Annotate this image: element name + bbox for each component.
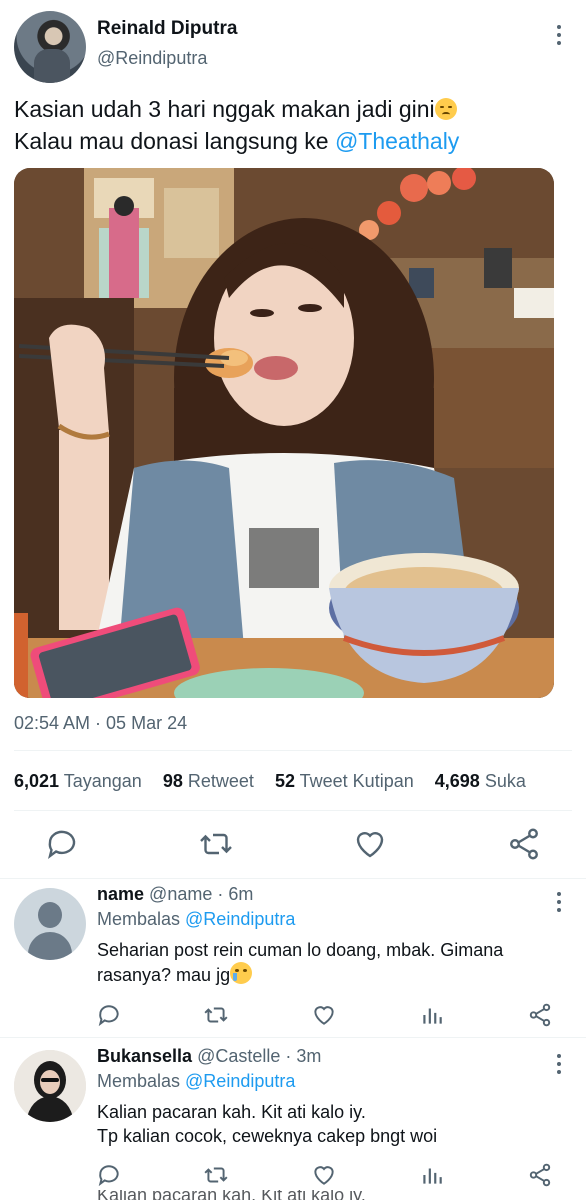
author-avatar[interactable]: [14, 11, 86, 83]
like-icon[interactable]: [311, 1162, 337, 1188]
tweet-stats: 6,021 Tayangan 98 Retweet 52 Tweet Kutip…: [14, 771, 542, 792]
reply-item[interactable]: name @name · 6m Membalas @Reindiputra Se…: [0, 880, 586, 1036]
divider: [14, 750, 572, 751]
like-icon[interactable]: [311, 1002, 337, 1028]
tweet-actions: [0, 826, 586, 866]
retweet-icon[interactable]: [198, 826, 234, 862]
reply-avatar[interactable]: [14, 888, 86, 960]
analytics-icon[interactable]: [419, 1002, 445, 1028]
reply-header: Bukansella @Castelle · 3m: [97, 1046, 321, 1067]
reply-item[interactable]: Bukansella @Castelle · 3m Membalas @Rein…: [0, 1042, 586, 1192]
reply-actions: [0, 1002, 586, 1032]
tweet-header: Reinald Diputra @Reindiputra: [14, 11, 572, 83]
reply-icon[interactable]: [96, 1162, 122, 1188]
likes-stat[interactable]: 4,698 Suka: [435, 771, 526, 791]
reply-author-name[interactable]: name: [97, 884, 144, 904]
reply-author-handle[interactable]: @Castelle: [197, 1046, 280, 1066]
replying-to: Membalas @Reindiputra: [97, 1071, 296, 1091]
pensive-face-emoji-icon: [434, 98, 457, 120]
reply-icon[interactable]: [96, 1002, 122, 1028]
divider: [0, 878, 586, 879]
reply-icon[interactable]: [44, 826, 80, 862]
reply-text: Kalian pacaran kah. Kit ati kalo iy. Tp …: [97, 1102, 438, 1146]
replying-to-mention[interactable]: @Reindiputra: [185, 909, 295, 929]
tweet-text-line2: Kalau mau donasi langsung ke: [14, 128, 335, 154]
crying-face-emoji-icon: [230, 962, 253, 984]
cut-off-text: Kalian pacaran kah. Kit ati kalo iy.: [97, 1190, 366, 1200]
tweet-text-line1: Kasian udah 3 hari nggak makan jadi gini: [14, 96, 435, 122]
retweets-stat[interactable]: 98 Retweet: [163, 771, 254, 791]
replying-to: Membalas @Reindiputra: [97, 909, 296, 929]
divider: [0, 1037, 586, 1038]
share-icon[interactable]: [527, 1002, 553, 1028]
more-options-icon[interactable]: [556, 25, 562, 47]
views-stat[interactable]: 6,021 Tayangan: [14, 771, 142, 791]
reply-text: Seharian post rein cuman lo doang, mbak.…: [97, 940, 504, 985]
reply-author-handle[interactable]: @name: [149, 884, 212, 904]
retweet-icon[interactable]: [203, 1002, 229, 1028]
tweet-timestamp[interactable]: 02:54 AM · 05 Mar 24: [14, 713, 187, 734]
reply-author-name[interactable]: Bukansella: [97, 1046, 192, 1066]
tweet-photo[interactable]: [14, 168, 554, 698]
more-options-icon[interactable]: [556, 892, 562, 914]
reply-header: name @name · 6m: [97, 884, 253, 905]
share-icon[interactable]: [527, 1162, 553, 1188]
reply-avatar[interactable]: [14, 1050, 86, 1122]
reply-actions: [0, 1162, 586, 1192]
reply-time: · 3m: [285, 1046, 322, 1066]
photo-illustration: [14, 168, 554, 698]
retweet-icon[interactable]: [203, 1162, 229, 1188]
analytics-icon[interactable]: [419, 1162, 445, 1188]
tweet-text: Kasian udah 3 hari nggak makan jadi gini…: [14, 93, 574, 157]
replying-to-mention[interactable]: @Reindiputra: [185, 1071, 295, 1091]
like-icon[interactable]: [352, 826, 388, 862]
author-handle[interactable]: @Reindiputra: [97, 48, 207, 69]
divider: [14, 810, 572, 811]
share-icon[interactable]: [506, 826, 542, 862]
mention-link[interactable]: @Theathaly: [335, 128, 459, 154]
reply-time: · 6m: [217, 884, 254, 904]
author-name[interactable]: Reinald Diputra: [97, 18, 237, 40]
quotes-stat[interactable]: 52 Tweet Kutipan: [275, 771, 414, 791]
more-options-icon[interactable]: [556, 1054, 562, 1076]
